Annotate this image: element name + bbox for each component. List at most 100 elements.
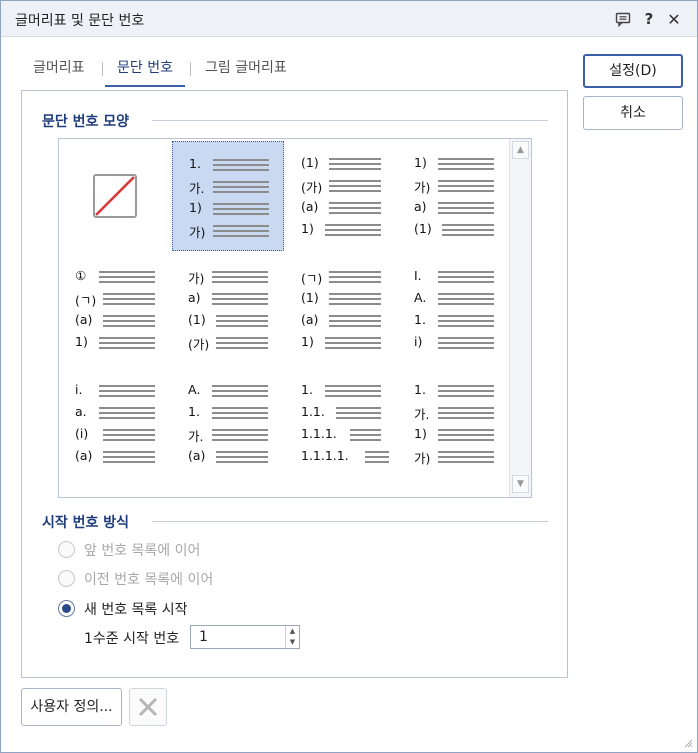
placeholder-text-lines xyxy=(212,385,268,400)
numbering-level-row: I. xyxy=(414,268,514,290)
placeholder-text-lines xyxy=(215,315,268,330)
numbering-level-label: (1) xyxy=(414,221,432,236)
start-number-stepper[interactable]: 1 ▲ ▼ xyxy=(190,625,300,649)
placeholder-text-lines xyxy=(212,429,268,444)
radio-label: 이전 번호 목록에 이어 xyxy=(84,572,214,588)
placeholder-text-lines xyxy=(102,315,155,330)
placeholder-text-lines xyxy=(213,159,269,174)
dialog-title: 글머리표 및 문단 번호 xyxy=(15,13,145,29)
close-icon[interactable]: ✕ xyxy=(664,9,684,29)
numbering-level-row: (ㄱ) xyxy=(301,268,401,290)
numbering-level-row: i) xyxy=(414,334,514,356)
radio-button[interactable] xyxy=(58,570,75,587)
numbering-style-option[interactable]: A. 1. 가. (a) xyxy=(172,368,284,478)
numbering-level-row: 1) xyxy=(75,334,175,356)
tab-bullets[interactable]: 글머리표 xyxy=(21,57,97,87)
numbering-style-option[interactable]: 1) 가) a) (1) xyxy=(398,141,510,251)
numbering-level-row: (가) xyxy=(188,334,288,356)
placeholder-text-lines xyxy=(99,385,155,400)
decrement-icon[interactable]: ▼ xyxy=(286,637,299,648)
numbering-level-label: 1. xyxy=(301,382,313,397)
numbering-level-row: 1. xyxy=(188,404,288,426)
chat-icon[interactable] xyxy=(613,9,633,29)
numbering-style-option[interactable]: (1) (가) (a) 1) xyxy=(285,141,397,251)
numbering-level-label: 1.1. xyxy=(301,404,325,419)
numbering-level-row: (a) xyxy=(75,312,175,334)
numbering-level-row: (가) xyxy=(301,177,401,199)
placeholder-text-lines xyxy=(364,451,389,466)
numbering-level-label: (1) xyxy=(301,290,319,305)
placeholder-text-lines xyxy=(213,203,269,218)
numbering-style-option[interactable]: 1. 가. 1) 가) xyxy=(172,141,284,251)
numbering-level-row: 1. xyxy=(189,156,289,178)
no-numbering-icon xyxy=(93,174,137,218)
group-divider xyxy=(152,120,548,121)
numbering-level-label: ① xyxy=(75,268,87,283)
custom-definition-button[interactable]: 사용자 정의... xyxy=(21,688,122,726)
scroll-up-icon[interactable]: ▲ xyxy=(512,141,529,159)
numbering-level-row: 1.1. xyxy=(301,404,401,426)
placeholder-text-lines xyxy=(212,271,268,286)
numbering-level-label: (가) xyxy=(188,337,210,352)
placeholder-text-lines xyxy=(212,293,268,308)
numbering-level-label: 1) xyxy=(414,155,427,170)
placeholder-text-lines xyxy=(438,293,494,308)
numbering-level-row: 1. xyxy=(301,382,401,404)
numbering-level-label: 가. xyxy=(188,429,204,444)
placeholder-text-lines xyxy=(438,407,494,422)
numbering-level-row: (1) xyxy=(301,290,401,312)
placeholder-text-lines xyxy=(438,385,494,400)
numbering-level-row: 1. xyxy=(414,382,514,404)
numbering-level-label: (a) xyxy=(301,199,319,214)
placeholder-text-lines xyxy=(328,180,381,195)
radio-button[interactable] xyxy=(58,541,75,558)
numbering-level-label: 1) xyxy=(414,426,427,441)
numbering-level-label: (a) xyxy=(188,448,206,463)
numbering-style-option[interactable]: I. A. 1. i) xyxy=(398,254,510,364)
resize-grip-icon[interactable] xyxy=(683,738,693,748)
numbering-level-label: 1) xyxy=(75,334,88,349)
placeholder-text-lines xyxy=(438,180,494,195)
delete-custom-button[interactable] xyxy=(129,688,167,726)
numbering-style-option[interactable]: ① (ㄱ) (a) 1) xyxy=(59,254,171,364)
radio-label: 앞 번호 목록에 이어 xyxy=(84,543,201,559)
numbering-style-option[interactable]: (ㄱ) (1) (a) 1) xyxy=(285,254,397,364)
stepper-buttons: ▲ ▼ xyxy=(285,626,299,648)
placeholder-text-lines xyxy=(438,337,494,352)
numbering-level-row: 가) xyxy=(188,268,288,290)
placeholder-text-lines xyxy=(215,451,268,466)
numbering-level-label: 가. xyxy=(189,181,205,196)
numbering-style-option[interactable]: 가) a) (1) (가) xyxy=(172,254,284,364)
help-icon[interactable]: ? xyxy=(639,9,659,29)
placeholder-text-lines xyxy=(328,158,381,173)
increment-icon[interactable]: ▲ xyxy=(286,626,299,637)
numbering-style-option[interactable]: i. a. (i) (a) xyxy=(59,368,171,478)
numbering-style-option[interactable]: 1. 가. 1) 가) xyxy=(398,368,510,478)
placeholder-text-lines xyxy=(325,337,381,352)
placeholder-text-lines xyxy=(438,202,494,217)
tab-paragraph-numbering[interactable]: 문단 번호 xyxy=(105,57,185,87)
tab-picture-bullets[interactable]: 그림 글머리표 xyxy=(193,57,299,87)
numbering-level-label: 가. xyxy=(414,407,430,422)
radio-label: 새 번호 목록 시작 xyxy=(84,602,188,618)
placeholder-text-lines xyxy=(325,224,381,239)
numbering-level-row: a. xyxy=(75,404,175,426)
ok-button[interactable]: 설정(D) xyxy=(583,54,683,88)
scroll-down-icon[interactable]: ▼ xyxy=(512,475,529,493)
numbering-level-row: 가. xyxy=(189,178,289,200)
placeholder-text-lines xyxy=(213,181,269,196)
numbering-level-label: A. xyxy=(414,290,427,305)
numbering-level-row: (a) xyxy=(188,448,288,470)
numbering-level-row: 1) xyxy=(301,221,401,243)
start-number-label: 1수준 시작 번호 xyxy=(84,631,180,647)
radio-button[interactable] xyxy=(58,600,75,617)
numbering-style-option[interactable]: 1. 1.1. 1.1.1. 1.1.1.1. xyxy=(285,368,397,478)
placeholder-text-lines xyxy=(335,407,381,422)
numbering-level-row: 가) xyxy=(189,222,289,244)
start-number-value[interactable]: 1 xyxy=(199,629,208,645)
placeholder-text-lines xyxy=(212,407,268,422)
numbering-level-row: 1.1.1. xyxy=(301,426,401,448)
cancel-button[interactable]: 취소 xyxy=(583,96,683,130)
numbering-level-row: (1) xyxy=(414,221,514,243)
numbering-style-none[interactable] xyxy=(59,141,171,251)
